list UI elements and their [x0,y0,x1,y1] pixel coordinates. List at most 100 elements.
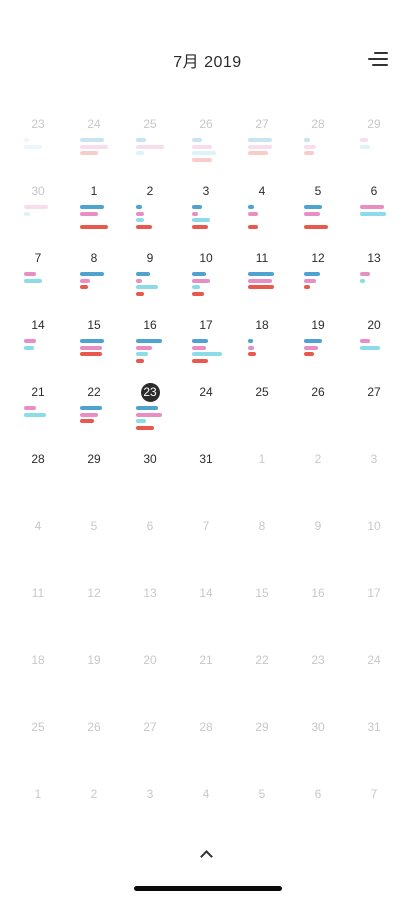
menu-lines-icon[interactable] [366,50,388,70]
day-cell[interactable]: 5 [290,182,346,249]
day-cell[interactable]: 2 [66,785,122,852]
day-cell[interactable]: 21 [10,383,66,450]
day-number: 6 [290,785,346,803]
day-cell[interactable]: 21 [178,651,234,718]
day-cell[interactable]: 30 [122,450,178,517]
day-cell[interactable]: 27 [234,115,290,182]
day-cell[interactable]: 4 [178,785,234,852]
day-cell[interactable]: 16 [290,584,346,651]
day-cell[interactable]: 16 [122,316,178,383]
event-bar-lightblue [24,144,42,149]
day-cell[interactable]: 22 [66,383,122,450]
day-cell[interactable]: 28 [178,718,234,785]
day-cell[interactable]: 15 [234,584,290,651]
day-cell[interactable]: 19 [66,651,122,718]
chevron-up-icon[interactable] [198,848,216,862]
day-cell[interactable]: 8 [234,517,290,584]
day-cell[interactable]: 25 [10,718,66,785]
day-cell[interactable]: 1 [10,785,66,852]
event-bars [248,205,292,245]
day-cell[interactable]: 9 [122,249,178,316]
day-cell[interactable]: 10 [346,517,402,584]
day-number-text: 12 [311,251,325,265]
day-cell[interactable]: 29 [66,450,122,517]
day-cell[interactable]: 14 [10,316,66,383]
day-cell[interactable]: 7 [178,517,234,584]
day-cell[interactable]: 4 [234,182,290,249]
week-row: 14 15 16 17 18 19 20 [10,316,405,383]
home-indicator[interactable] [134,886,282,891]
day-cell[interactable]: 26 [178,115,234,182]
day-cell[interactable]: 17 [178,316,234,383]
day-cell[interactable]: 23 [10,115,66,182]
day-cell[interactable]: 1 [66,182,122,249]
day-number-text: 24 [367,653,381,667]
day-cell[interactable]: 30 [10,182,66,249]
day-cell[interactable]: 27 [346,383,402,450]
day-cell[interactable]: 10 [178,249,234,316]
event-bars [80,138,124,178]
day-cell[interactable]: 6 [290,785,346,852]
day-cell[interactable]: 20 [122,651,178,718]
event-bars [24,205,68,245]
day-cell[interactable]: 22 [234,651,290,718]
day-cell[interactable]: 31 [346,718,402,785]
day-cell[interactable]: 14 [178,584,234,651]
day-cell[interactable]: 7 [10,249,66,316]
day-number-text: 13 [367,251,381,265]
day-cell[interactable]: 24 [66,115,122,182]
day-cell[interactable]: 24 [178,383,234,450]
day-number-text: 20 [143,653,157,667]
day-cell[interactable]: 17 [346,584,402,651]
day-number: 15 [234,584,290,602]
day-cell[interactable]: 5 [234,785,290,852]
day-cell[interactable]: 1 [234,450,290,517]
event-bar-cyan [24,211,30,216]
day-cell[interactable]: 24 [346,651,402,718]
day-cell[interactable]: 26 [66,718,122,785]
day-cell[interactable]: 5 [66,517,122,584]
day-cell[interactable]: 8 [66,249,122,316]
day-cell-today[interactable]: 23 [122,383,178,450]
day-cell[interactable]: 13 [122,584,178,651]
day-number-text: 16 [311,586,325,600]
day-cell[interactable]: 6 [346,182,402,249]
day-cell[interactable]: 25 [122,115,178,182]
day-number: 14 [178,584,234,602]
day-cell[interactable]: 18 [234,316,290,383]
event-bar-red [80,151,98,155]
day-cell[interactable]: 15 [66,316,122,383]
month-title[interactable]: 7月 2019 [0,48,415,72]
day-cell[interactable]: 12 [66,584,122,651]
day-cell[interactable]: 3 [346,450,402,517]
day-cell[interactable]: 7 [346,785,402,852]
day-number-text: 4 [202,787,210,801]
day-cell[interactable]: 28 [290,115,346,182]
day-cell[interactable]: 29 [234,718,290,785]
event-bar-blue [248,205,254,209]
day-cell[interactable]: 2 [290,450,346,517]
day-cell[interactable]: 27 [122,718,178,785]
day-cell[interactable]: 19 [290,316,346,383]
day-cell[interactable]: 13 [346,249,402,316]
day-cell[interactable]: 26 [290,383,346,450]
day-cell[interactable]: 3 [122,785,178,852]
day-cell[interactable]: 11 [234,249,290,316]
day-cell[interactable]: 4 [10,517,66,584]
day-cell[interactable]: 6 [122,517,178,584]
day-number-text: 27 [255,117,269,131]
day-cell[interactable]: 30 [290,718,346,785]
day-cell[interactable]: 31 [178,450,234,517]
day-cell[interactable]: 9 [290,517,346,584]
day-cell[interactable]: 2 [122,182,178,249]
day-cell[interactable]: 29 [346,115,402,182]
day-cell[interactable]: 23 [290,651,346,718]
day-cell[interactable]: 18 [10,651,66,718]
event-bar-blue [304,339,322,343]
day-cell[interactable]: 11 [10,584,66,651]
day-cell[interactable]: 3 [178,182,234,249]
day-cell[interactable]: 12 [290,249,346,316]
day-cell[interactable]: 25 [234,383,290,450]
day-cell[interactable]: 28 [10,450,66,517]
day-cell[interactable]: 20 [346,316,402,383]
